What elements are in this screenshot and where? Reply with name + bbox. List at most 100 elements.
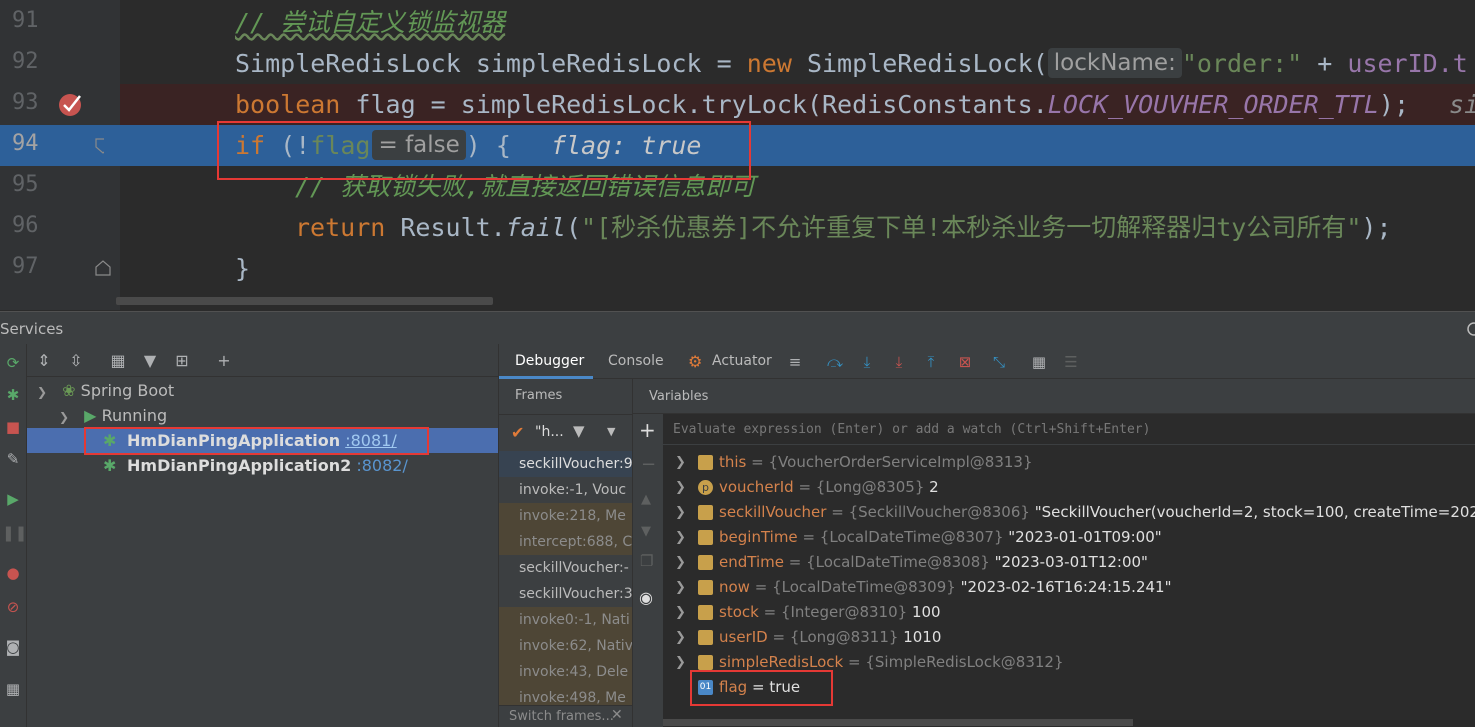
code-text: SimpleRedisLock( [791,49,1048,78]
variables-horizontal-scrollbar[interactable] [663,719,1133,726]
code-line-breakpoint[interactable]: boolean flag = simpleRedisLock.tryLock(R… [120,84,1475,125]
chevron-down-icon[interactable]: ▼ [607,425,615,438]
rerun-icon[interactable]: ⟳ [2,352,24,374]
new-tab-icon[interactable]: ⊞ [171,350,193,372]
variables-panel: Variables + − ▲ ▼ ❐ ◉ Evaluate expressio… [633,379,1475,727]
variable-row[interactable]: ❯ seckillVoucher = {SeckillVoucher@8306}… [663,500,1475,525]
expand-all-icon[interactable]: ⇕ [33,350,55,372]
var-value: 2 [929,478,939,496]
variable-row[interactable]: ❯ beginTime = {LocalDateTime@8307} "2023… [663,525,1475,550]
frame-item[interactable]: invoke:-1, Vouc [499,477,632,503]
settings-icon[interactable] [1466,321,1475,337]
add-service-icon[interactable]: + [213,350,235,372]
layout-icon[interactable]: ▦ [2,678,24,700]
collapse-all-icon[interactable]: ⇳ [65,350,87,372]
chevron-right-icon[interactable]: ❯ [675,650,686,675]
chevron-down-icon[interactable]: ❯ [37,385,47,399]
string-literal: "[秒杀优惠券]不允许重复下单!本秒杀业务一切解释器归ty公司所有" [581,213,1362,242]
switch-frames-link[interactable]: Switch frames... [509,709,614,724]
eye-icon[interactable]: ◉ [639,588,653,607]
field-icon [698,580,713,595]
mute-breakpoints-icon[interactable]: ⊘ [2,596,24,618]
close-icon[interactable]: ✕ [611,707,623,723]
evaluate-input[interactable]: Evaluate expression (Enter) or add a wat… [673,422,1150,437]
variable-row[interactable]: ❯ this = {VoucherOrderServiceImpl@8313} [663,450,1475,475]
field-icon [698,655,713,670]
frame-item[interactable]: invoke:498, Me [499,685,632,705]
frame-item[interactable]: invoke:62, Nativ [499,633,632,659]
code-line[interactable]: return Result.fail("[秒杀优惠券]不允许重复下单!本秒杀业务… [120,207,1475,248]
code-text: ); [1361,213,1392,242]
app-port-link[interactable]: :8082/ [356,456,408,475]
step-over-icon[interactable]: ⤓ [857,352,877,372]
frame-item[interactable]: intercept:688, C [499,529,632,555]
pause-icon[interactable]: ❚❚ [2,522,27,544]
tab-console[interactable]: Console [608,353,664,369]
var-name: this [719,453,747,471]
drop-frame-icon[interactable]: ⊠ [955,352,975,372]
gutter-line: 91 [0,2,120,43]
variable-row[interactable]: ❯ p voucherId = {Long@8305} 2 [663,475,1475,500]
frame-item[interactable]: invoke:218, Me [499,503,632,529]
code-line[interactable]: SimpleRedisLock simpleRedisLock = new Si… [120,43,1475,84]
move-down-icon[interactable]: ▼ [641,524,651,539]
tree-node-running[interactable]: ❯ ▶ Running [59,403,167,428]
line-number: 96 [12,213,39,238]
step-out-icon[interactable]: ⤒ [921,352,941,372]
debug-icon[interactable]: ✱ [2,384,24,406]
chevron-right-icon[interactable]: ❯ [675,600,686,625]
filter-icon[interactable]: ▼ [573,422,585,440]
chevron-right-icon[interactable]: ❯ [675,475,686,500]
var-type: {Long@8305} [815,478,925,496]
tree-node-app-8082[interactable]: ✱ HmDianPingApplication2 :8082/ [27,453,498,478]
remove-icon[interactable]: − [641,454,656,475]
chevron-right-icon[interactable]: ❯ [675,550,686,575]
frame-item[interactable]: seckillVoucher:- [499,555,632,581]
variable-row[interactable]: ❯ endTime = {LocalDateTime@8308} "2023-0… [663,550,1475,575]
thread-selector[interactable]: "h... [535,424,564,440]
tree-node-spring-boot[interactable]: ❯ ❀ Spring Boot [37,378,174,403]
step-into-icon[interactable]: ⤓ [889,352,909,372]
copy-icon[interactable]: ❐ [640,552,653,570]
resume-icon[interactable]: ▶ [2,488,24,510]
chevron-right-icon[interactable]: ❯ [675,450,686,475]
breakpoint-icon[interactable] [58,91,84,117]
code-editor[interactable]: 91 // 尝试自定义锁监视器 92 SimpleRedisLock simpl… [0,0,1475,310]
gutter-line: 93 [0,84,120,125]
variable-row[interactable]: ❯ now = {LocalDateTime@8309} "2023-02-16… [663,575,1475,600]
frame-item[interactable]: seckillVoucher:9 [499,451,632,477]
move-up-icon[interactable]: ▲ [641,492,651,507]
show-execution-point-icon[interactable]: ⤼ [825,352,845,372]
camera-icon[interactable]: ◙ [2,636,24,658]
variable-row[interactable]: ❯ stock = {Integer@8310} 100 [663,600,1475,625]
group-icon[interactable]: ▦ [107,350,129,372]
frame-item[interactable]: invoke0:-1, Nati [499,607,632,633]
add-watch-icon[interactable]: + [639,418,656,442]
line-number: 93 [12,90,39,115]
chevron-right-icon[interactable]: ❯ [675,500,686,525]
stop-icon[interactable]: ■ [2,416,24,438]
code-line[interactable]: } [120,248,1475,289]
tab-debugger[interactable]: Debugger [515,353,584,369]
frame-item[interactable]: seckillVoucher:3 [499,581,632,607]
tab-actuator[interactable]: Actuator [712,353,772,369]
evaluate-icon[interactable]: ▦ [1029,352,1049,372]
editor-horizontal-scrollbar[interactable] [116,297,493,305]
run-to-cursor-icon[interactable]: ⤡ [989,352,1009,372]
trace-icon[interactable]: ☰ [1061,352,1081,372]
filter-icon[interactable]: ▼ [139,350,161,372]
evaluate-expression-bar[interactable]: Evaluate expression (Enter) or add a wat… [663,414,1475,445]
variable-row[interactable]: ❯ userID = {Long@8311} 1010 [663,625,1475,650]
chevron-right-icon[interactable]: ❯ [675,525,686,550]
fold-end-icon[interactable] [95,260,113,276]
field-icon [698,505,713,520]
chevron-right-icon[interactable]: ❯ [675,575,686,600]
chevron-down-icon[interactable]: ❯ [59,410,69,424]
code-line[interactable]: // 尝试自定义锁监视器 [120,2,1475,43]
menu-icon[interactable]: ≡ [785,352,805,372]
wrench-icon[interactable]: ✎ [2,448,24,470]
field-icon [698,555,713,570]
view-breakpoints-icon[interactable]: ● [2,562,24,584]
frame-item[interactable]: invoke:43, Dele [499,659,632,685]
chevron-right-icon[interactable]: ❯ [675,625,686,650]
